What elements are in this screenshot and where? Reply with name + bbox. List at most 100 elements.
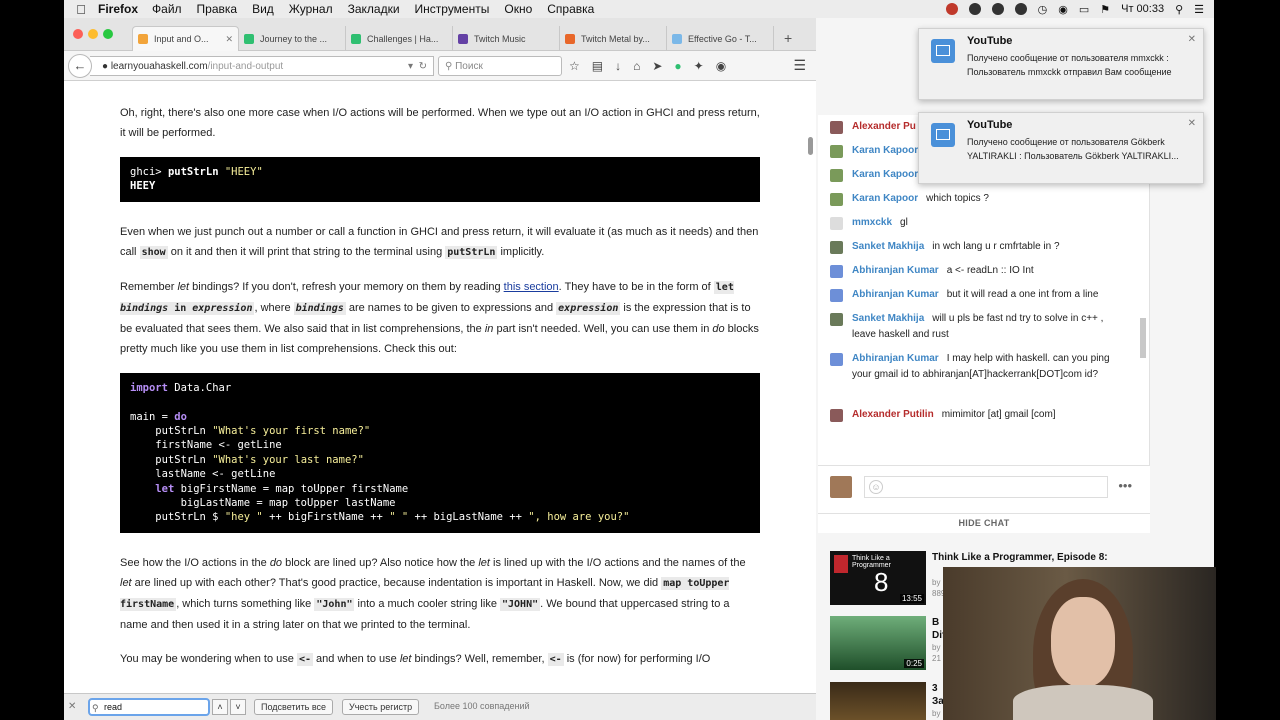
find-close-icon[interactable]: ✕ (68, 701, 76, 712)
menu-bookmarks[interactable]: Закладки (348, 2, 400, 16)
bookmark-star-icon[interactable]: ☆ (569, 59, 580, 73)
video-title[interactable]: Think Like a Programmer, Episode 8: (932, 551, 1142, 564)
search-icon: ⚲ (92, 703, 99, 713)
chat-message: Sanket Makhija will u pls be fast nd try … (830, 311, 1130, 343)
menu-file[interactable]: Файл (152, 2, 182, 16)
chat-icon[interactable]: ◉ (716, 59, 726, 73)
apple-menu-icon[interactable]:  (64, 2, 98, 17)
tab-input-and-output[interactable]: Input and O... ✕ (132, 26, 239, 51)
tab-twitch-music[interactable]: Twitch Music (453, 26, 560, 51)
chat-author[interactable]: Abhiranjan Kumar (852, 289, 939, 300)
find-next-button[interactable]: ˅ (230, 699, 246, 715)
time-machine-icon[interactable]: ◷ (1038, 3, 1048, 16)
url-bar[interactable]: ● learnyouahaskell.com/input-and-output … (90, 56, 434, 76)
chat-author[interactable]: Sanket Makhija (852, 241, 924, 252)
notification[interactable]: YouTube Получено сообщение от пользовате… (918, 28, 1204, 100)
tab-label: Twitch Metal by... (581, 33, 650, 44)
send-icon[interactable]: ➤ (652, 59, 662, 73)
chat-author[interactable]: Abhiranjan Kumar (852, 353, 939, 364)
chat-author[interactable]: Karan Kapoor (852, 193, 918, 204)
tray-icon[interactable] (1014, 3, 1027, 15)
menu-history[interactable]: Журнал (289, 2, 333, 16)
bookmarks-list-icon[interactable]: ▤ (592, 59, 603, 73)
battery-icon[interactable]: ▭ (1079, 3, 1089, 16)
dropbox-icon[interactable] (968, 3, 981, 15)
new-tab-button[interactable]: + (774, 26, 802, 51)
chat-author[interactable]: Abhiranjan Kumar (852, 265, 939, 276)
find-previous-button[interactable]: ˄ (212, 699, 228, 715)
video-thumbnail[interactable]: Think Like a Programmer 8 13:55 (830, 551, 926, 605)
hide-chat-button[interactable]: HIDE CHAT (818, 513, 1150, 533)
menu-help[interactable]: Справка (547, 2, 594, 16)
search-bar[interactable]: ⚲ Поиск (438, 56, 562, 76)
emoji-icon[interactable]: ☺ (869, 480, 883, 494)
this-section-link[interactable]: this section (504, 281, 559, 293)
page-scrollbar[interactable] (808, 137, 813, 155)
minimize-window-button[interactable] (88, 29, 98, 39)
downloads-icon[interactable]: ↓ (615, 59, 621, 73)
tab-effective-go[interactable]: Effective Go - T... (667, 26, 774, 51)
chat-message-text: but it will read a one int from a line (946, 289, 1099, 300)
tray-app-icon[interactable] (945, 3, 958, 15)
chat-author[interactable]: Sanket Makhija (852, 313, 924, 324)
chat-input[interactable]: ☺ (864, 476, 1108, 498)
video-thumbnail[interactable] (830, 682, 926, 720)
mail-icon (931, 39, 955, 63)
notification-close-icon[interactable]: ✕ (1188, 118, 1196, 129)
text: let (177, 280, 190, 293)
url-dropdown-icon[interactable]: ▾ ↻ (408, 61, 433, 72)
chat-author[interactable]: Alexander Putilin (852, 409, 934, 420)
wifi-icon[interactable]: ◉ (1058, 3, 1068, 16)
notification-center-icon[interactable]: ☰ (1194, 3, 1204, 16)
tab-twitch-metal[interactable]: Twitch Metal by... (560, 26, 667, 51)
hamburger-menu-icon[interactable]: ☰ (793, 57, 806, 74)
menu-view[interactable]: Вид (252, 2, 274, 16)
code-token: firstName <- getLine (130, 439, 282, 452)
menu-app-name[interactable]: Firefox (98, 2, 138, 16)
menu-edit[interactable]: Правка (197, 2, 238, 16)
article: Oh, right, there's also one more case wh… (120, 81, 760, 684)
chat-author[interactable]: mmxckk (852, 217, 892, 228)
chat-author[interactable]: Karan Kapoor (852, 145, 918, 156)
logo-icon (834, 555, 848, 573)
inline-code: "JOHN" (500, 597, 541, 611)
more-options-icon[interactable]: ••• (1118, 478, 1132, 493)
chat-author[interactable]: Alexander Pu (852, 121, 916, 132)
home-icon[interactable]: ⌂ (633, 59, 640, 73)
chat-text: Abhiranjan Kumar I may help with haskell.… (852, 351, 1130, 383)
code-token: do (174, 410, 187, 423)
match-case-button[interactable]: Учесть регистр (342, 699, 420, 715)
code-token: putStrLn $ (130, 511, 225, 524)
paragraph: See how the I/O actions in the do block … (120, 553, 760, 635)
tab-close-icon[interactable]: ✕ (222, 34, 233, 45)
back-button[interactable]: ← (68, 54, 92, 78)
addon-icon[interactable]: ● (674, 59, 681, 73)
text: implicitly. (497, 245, 545, 258)
close-window-button[interactable] (73, 29, 83, 39)
code-output: HEEY (130, 180, 156, 193)
menubar-clock[interactable]: Чт 00:33 (1121, 3, 1164, 15)
menu-tools[interactable]: Инструменты (415, 2, 490, 16)
chat-message: Alexander Putilin mimimitor [at] gmail [c… (830, 407, 1130, 423)
menu-window[interactable]: Окно (504, 2, 532, 16)
notification-close-icon[interactable]: ✕ (1188, 34, 1196, 45)
tab-journey[interactable]: Journey to the ... (239, 26, 346, 51)
video-thumbnail[interactable]: 0:25 (830, 616, 926, 670)
chat-scrollbar[interactable] (1140, 318, 1146, 358)
code-token: bigLastName = map toUpper lastName (130, 497, 396, 510)
code-token: ++ bigFirstName ++ (262, 511, 390, 524)
addon-icon[interactable]: ✦ (694, 59, 704, 73)
tray-icon[interactable] (991, 3, 1004, 15)
code-token: ++ bigLastName ++ (408, 511, 529, 524)
flag-icon[interactable]: ⚑ (1100, 3, 1110, 16)
tab-challenges[interactable]: Challenges | Ha... (346, 26, 453, 51)
text: bindings? If you don't, refresh your mem… (189, 280, 504, 293)
zoom-window-button[interactable] (103, 29, 113, 39)
chat-message: Karan Kapoor which topics ? (830, 191, 1130, 207)
highlight-all-button[interactable]: Подсветить все (254, 699, 334, 715)
find-input[interactable]: ⚲ read (88, 698, 210, 716)
spotlight-icon[interactable]: ⚲ (1175, 3, 1183, 16)
chat-author[interactable]: Karan Kapoor (852, 169, 918, 180)
chat-text: Sanket Makhija will u pls be fast nd try … (852, 311, 1130, 343)
notification[interactable]: YouTube Получено сообщение от пользовате… (918, 112, 1204, 184)
